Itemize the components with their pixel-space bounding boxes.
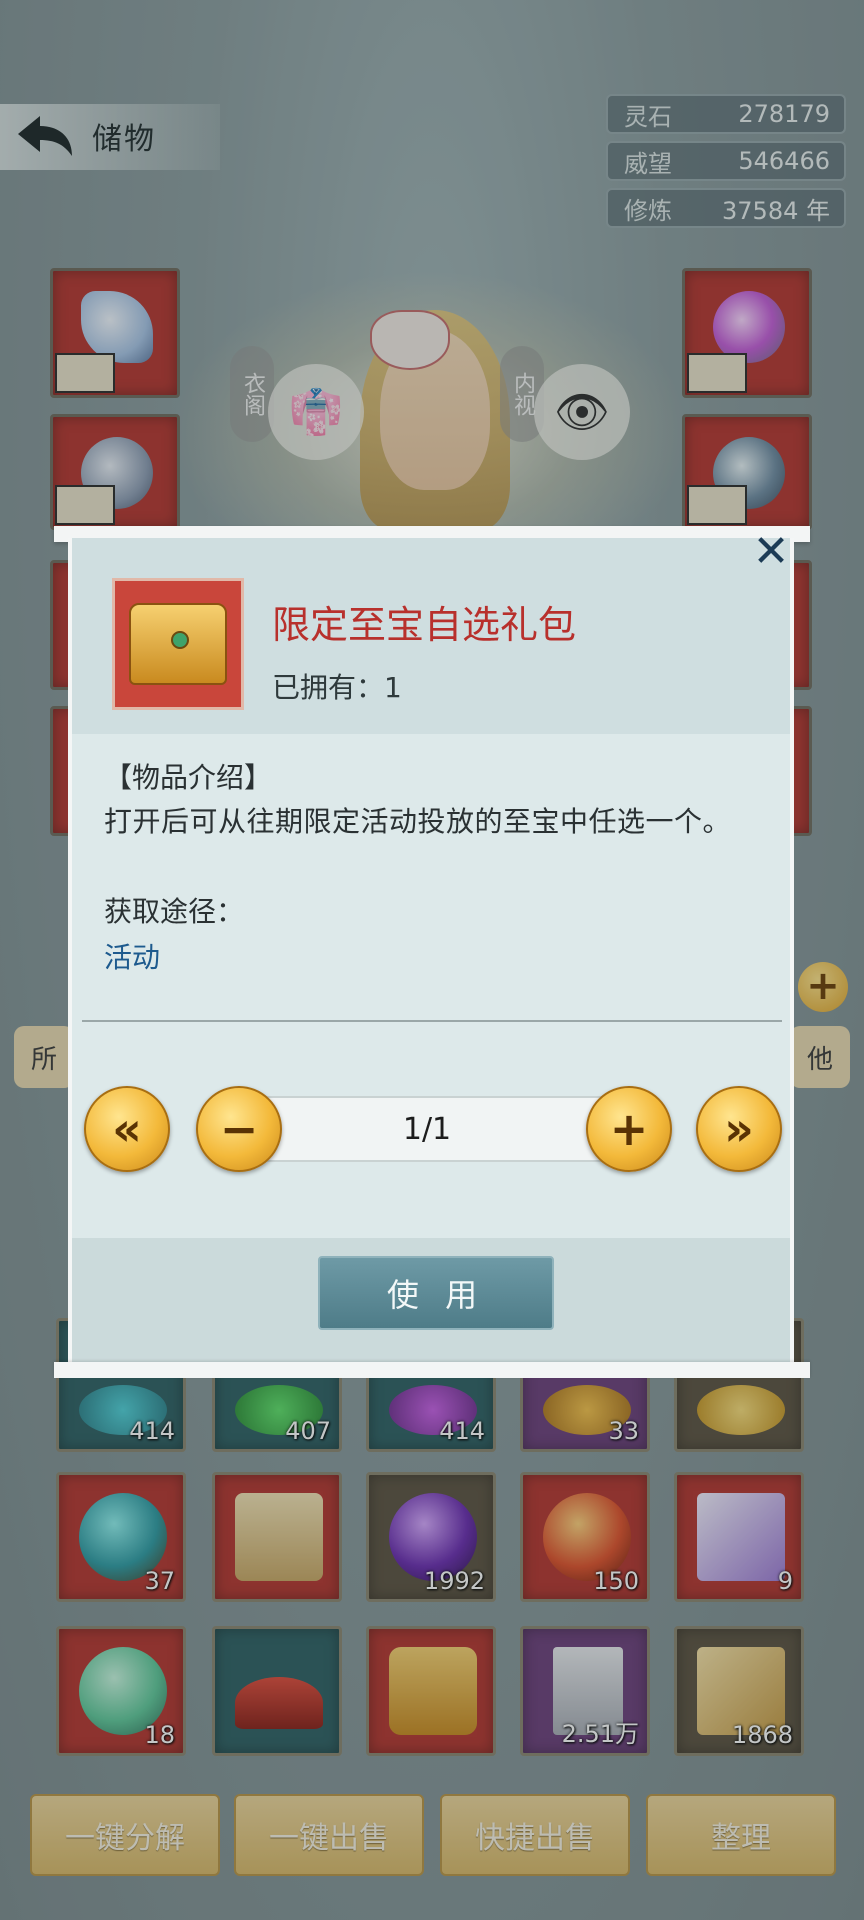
acquisition-link[interactable]: 活动 (104, 936, 160, 976)
chest-gem-icon (171, 631, 189, 649)
description-title: 【物品介绍】 (104, 761, 273, 794)
treasure-chest-icon (129, 603, 227, 685)
plus-icon: + (609, 1102, 649, 1156)
description-text: 打开后可从往期限定活动投放的至宝中任选一个。 (104, 805, 732, 838)
decrease-button[interactable]: − (196, 1086, 282, 1172)
max-quantity-button[interactable]: » (696, 1086, 782, 1172)
minus-icon: − (219, 1102, 259, 1156)
double-chevron-right-icon: » (724, 1102, 754, 1156)
acquisition-title: 获取途径： (104, 895, 245, 928)
divider (82, 1020, 782, 1022)
quantity-value: 1/1 (402, 1112, 452, 1147)
close-x-icon: ✕ (752, 526, 790, 577)
min-quantity-button[interactable]: « (84, 1086, 170, 1172)
item-thumbnail (112, 578, 244, 710)
double-chevron-left-icon: « (112, 1102, 142, 1156)
item-detail-dialog: 限定至宝自选礼包 已拥有：1 【物品介绍】 打开后可从往期限定活动投放的至宝中任… (68, 538, 794, 1366)
item-name: 限定至宝自选礼包 (272, 603, 577, 647)
close-button[interactable]: ✕ (748, 530, 794, 576)
item-owned-count: 已拥有：1 (272, 671, 402, 704)
use-button[interactable]: 使 用 (318, 1256, 554, 1330)
dialog-bottom-edge (54, 1362, 810, 1378)
increase-button[interactable]: + (586, 1086, 672, 1172)
